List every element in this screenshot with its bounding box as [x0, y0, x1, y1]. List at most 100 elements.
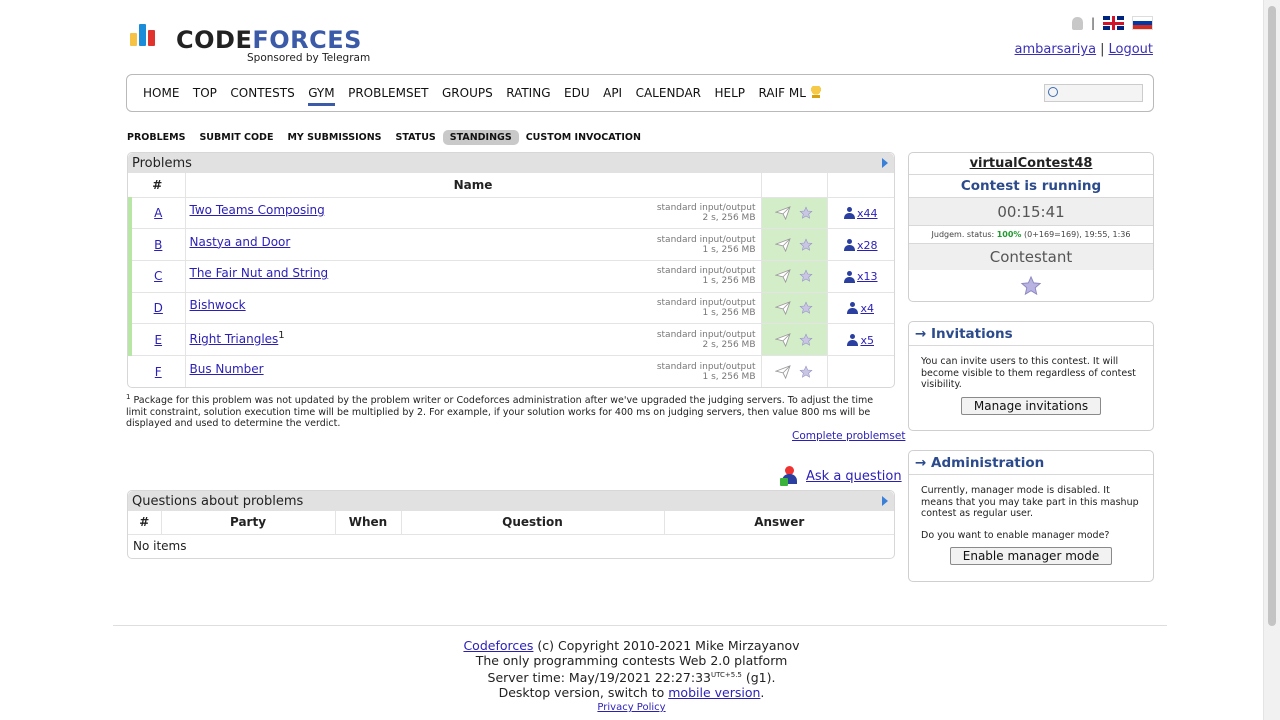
privacy-policy-link[interactable]: Privacy Policy	[597, 702, 665, 713]
menu-edu[interactable]: Edu	[564, 86, 590, 100]
menu-calendar[interactable]: Calendar	[636, 86, 701, 100]
submenu-my-submissions[interactable]: MY SUBMISSIONS	[280, 130, 388, 145]
page-scrollbar[interactable]	[1263, 0, 1280, 720]
problem-actions-cell	[761, 260, 828, 293]
uk-flag-icon[interactable]	[1103, 16, 1124, 30]
star-icon[interactable]	[799, 301, 813, 315]
menu-raif-ml[interactable]: RAIF ML	[759, 86, 823, 100]
problem-name-link[interactable]: The Fair Nut and String	[190, 266, 329, 280]
problem-name-link[interactable]: Bus Number	[190, 362, 264, 376]
logout-link[interactable]: Logout	[1108, 42, 1153, 57]
manage-invitations-button[interactable]: Manage invitations	[960, 396, 1102, 415]
ask-question-link[interactable]: Ask a question	[806, 469, 902, 484]
col-question: Question	[401, 511, 665, 535]
problem-footnote-mark: 1	[278, 329, 285, 341]
menu-help[interactable]: Help	[715, 86, 746, 100]
menu-problemset[interactable]: Problemset	[348, 86, 428, 100]
questions-box: Questions about problems # Party When Qu…	[127, 490, 895, 559]
problem-row: Dstandard input/output 1 s, 256 MB Bishwoc…	[128, 292, 894, 325]
expand-arrow-icon[interactable]	[882, 158, 888, 168]
user-icon	[843, 207, 855, 220]
ask-question[interactable]: Ask a question	[780, 466, 902, 486]
star-icon[interactable]	[799, 365, 813, 379]
submit-icon[interactable]	[775, 301, 791, 316]
problem-index-link[interactable]: D	[154, 301, 163, 315]
problem-index-cell: C	[128, 260, 186, 293]
submit-icon[interactable]	[775, 364, 791, 379]
star-icon[interactable]	[799, 269, 813, 283]
menu-home[interactable]: Home	[143, 86, 179, 100]
submit-icon[interactable]	[775, 269, 791, 284]
footer: Codeforces (c) Copyright 2010-2021 Mike …	[0, 638, 1263, 715]
codeforces-link[interactable]: Codeforces	[463, 638, 533, 653]
submenu-submit-code[interactable]: SUBMIT CODE	[192, 130, 280, 145]
submenu-status[interactable]: STATUS	[389, 130, 443, 145]
menu-contests[interactable]: Contests	[230, 86, 294, 100]
menu-gym[interactable]: Gym	[308, 86, 335, 106]
problem-index-cell: A	[128, 197, 186, 230]
submit-icon[interactable]	[775, 237, 791, 252]
solved-count-link[interactable]: x5	[860, 334, 874, 347]
problem-name-cell: standard input/output 1 s, 256 MB Nastya a…	[185, 228, 762, 261]
star-icon[interactable]	[1020, 275, 1042, 297]
expand-arrow-icon[interactable]	[882, 496, 888, 506]
problem-index-cell: D	[128, 292, 186, 325]
administration-text: Currently, manager mode is disabled. It …	[921, 485, 1139, 519]
scrollbar-thumb[interactable]	[1268, 6, 1276, 626]
problem-name-link[interactable]: Nastya and Door	[190, 235, 291, 249]
menu-groups[interactable]: Groups	[442, 86, 493, 100]
problem-index-link[interactable]: F	[155, 365, 162, 379]
problem-solved-cell	[827, 355, 894, 387]
menu-api[interactable]: API	[603, 86, 622, 100]
col-index: #	[128, 511, 162, 535]
problem-name-link[interactable]: Two Teams Composing	[190, 203, 325, 217]
sponsor-text: Sponsored by Telegram	[247, 52, 371, 64]
mobile-version-link[interactable]: mobile version	[668, 685, 760, 700]
solved-count-link[interactable]: x4	[860, 302, 874, 315]
problem-name-link[interactable]: Bishwock	[190, 298, 246, 312]
problem-index-cell: E	[128, 323, 186, 356]
submit-icon[interactable]	[775, 332, 791, 347]
problem-index-link[interactable]: E	[154, 333, 162, 347]
solved-count-link[interactable]: x28	[857, 239, 878, 252]
logo-bar-yellow	[130, 33, 137, 46]
submenu-custom-invocation[interactable]: CUSTOM INVOCATION	[519, 130, 648, 145]
problem-index-cell: B	[128, 228, 186, 261]
problem-index-link[interactable]: C	[154, 269, 162, 283]
star-icon[interactable]	[799, 333, 813, 347]
problem-name-link[interactable]: Right Triangles	[190, 332, 279, 346]
problem-name-cell: standard input/output 1 s, 256 MB The Fair…	[185, 260, 762, 293]
submenu-problems[interactable]: PROBLEMS	[127, 130, 192, 145]
problem-index-link[interactable]: B	[154, 238, 162, 252]
codeforces-logo[interactable]: CODEFORCES Sponsored by Telegram	[128, 22, 378, 66]
solved-count-link[interactable]: x44	[857, 207, 878, 220]
submenu-standings[interactable]: STANDINGS	[442, 130, 519, 145]
problem-solved-cell: x5	[827, 323, 894, 356]
administration-box: → Administration Currently, manager mode…	[908, 450, 1154, 582]
menu-rating[interactable]: Rating	[506, 86, 550, 100]
complete-problemset-link[interactable]: Complete problemset	[792, 430, 905, 442]
russia-flag-icon[interactable]	[1132, 16, 1153, 30]
problem-limits: standard input/output 1 s, 256 MB	[656, 361, 756, 382]
contest-title[interactable]: virtualContest48	[909, 153, 1153, 175]
submit-icon[interactable]	[775, 206, 791, 221]
contest-timer: 00:15:41	[909, 198, 1153, 226]
star-icon[interactable]	[799, 206, 813, 220]
footer-tagline: The only programming contests Web 2.0 pl…	[475, 653, 788, 668]
problem-actions-cell	[761, 355, 828, 388]
menu-top[interactable]: Top	[193, 86, 217, 100]
invitations-box: → Invitations You can invite users to th…	[908, 321, 1154, 431]
problem-solved-cell: x44	[827, 197, 894, 230]
footer-divider	[113, 625, 1167, 626]
problem-index-link[interactable]: A	[154, 206, 162, 220]
star-icon[interactable]	[799, 238, 813, 252]
bell-icon[interactable]	[1071, 16, 1083, 30]
enable-manager-mode-button[interactable]: Enable manager mode	[949, 547, 1113, 565]
problem-row: Bstandard input/output 1 s, 256 MB Nastya …	[128, 228, 894, 261]
footnote: 1 Package for this problem was not updat…	[126, 393, 874, 430]
search-input[interactable]	[1044, 84, 1143, 102]
solved-count-link[interactable]: x13	[857, 270, 878, 283]
empty-message: No items	[133, 539, 187, 554]
username-link[interactable]: ambarsariya	[1015, 42, 1097, 57]
problem-name-cell: standard input/output 1 s, 256 MB Bus Numb…	[185, 355, 762, 388]
